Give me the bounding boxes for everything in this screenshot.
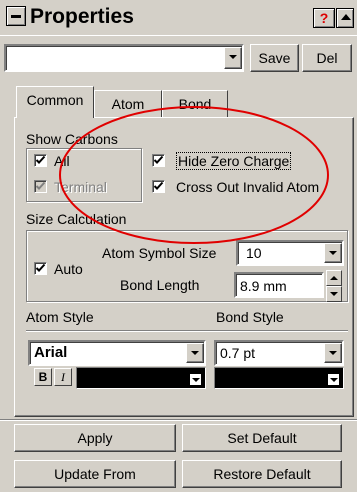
auto-label: Auto	[54, 261, 83, 277]
auto-checkbox[interactable]	[34, 262, 47, 275]
terminal-checkbox	[34, 180, 47, 193]
update-from-button[interactable]: Update From	[14, 460, 176, 488]
atom-symbol-size-label: Atom Symbol Size	[102, 245, 217, 261]
bond-length-field[interactable]: 8.9 mm	[234, 272, 324, 298]
atom-symbol-size-value: 10	[246, 245, 262, 261]
del-button[interactable]: Del	[302, 44, 352, 72]
system-menu-icon[interactable]	[6, 6, 26, 26]
bond-width-dropdown-icon[interactable]	[324, 343, 342, 363]
tab-bond[interactable]: Bond	[162, 90, 228, 118]
title-bar: Properties ?	[0, 0, 357, 36]
apply-button[interactable]: Apply	[14, 424, 176, 452]
set-default-button[interactable]: Set Default	[182, 424, 342, 452]
bond-width-value: 0.7 pt	[220, 345, 256, 361]
show-carbons-heading: Show Carbons	[26, 131, 118, 147]
font-value: Arial	[34, 344, 68, 361]
all-label: All	[54, 153, 70, 169]
size-calculation-heading: Size Calculation	[26, 211, 127, 227]
atom-symbol-size-dropdown-icon[interactable]	[324, 243, 342, 263]
restore-default-button[interactable]: Restore Default	[182, 460, 342, 488]
collapse-arrow-icon[interactable]	[336, 8, 354, 28]
italic-button[interactable]: I	[54, 368, 72, 386]
bond-length-spinner[interactable]	[326, 270, 342, 302]
font-select[interactable]: Arial	[28, 340, 206, 366]
atom-style-heading: Atom Style	[26, 309, 94, 325]
hide-zero-charge-checkbox[interactable]	[152, 154, 165, 167]
bond-style-heading: Bond Style	[216, 309, 284, 325]
bond-color-dropdown-icon[interactable]	[327, 373, 340, 386]
bond-length-value: 8.9 mm	[240, 278, 287, 294]
tab-atom[interactable]: Atom	[94, 90, 162, 118]
help-button[interactable]: ?	[313, 8, 335, 28]
bond-width-select[interactable]: 0.7 pt	[214, 340, 344, 366]
tab-common[interactable]: Common	[16, 86, 94, 118]
style-select[interactable]	[4, 44, 244, 72]
style-dropdown-icon[interactable]	[224, 47, 242, 69]
hide-zero-charge-label: Hide Zero Charge	[176, 152, 292, 170]
actions-divider	[0, 419, 357, 420]
atom-color-picker[interactable]	[76, 367, 206, 389]
all-checkbox[interactable]	[34, 154, 47, 167]
atom-symbol-size-select[interactable]: 10	[236, 240, 344, 266]
bond-length-label: Bond Length	[120, 277, 200, 293]
terminal-label: Terminal	[54, 179, 107, 195]
bond-color-picker[interactable]	[214, 367, 344, 389]
bold-button[interactable]: B	[34, 368, 52, 386]
atom-color-dropdown-icon[interactable]	[189, 373, 202, 386]
style-divider	[26, 330, 348, 331]
font-dropdown-icon[interactable]	[186, 343, 204, 363]
properties-panel: Properties ? Save Del Common Atom Bond S…	[0, 0, 357, 492]
window-title: Properties	[30, 5, 134, 28]
spin-down-icon[interactable]	[326, 286, 342, 302]
spin-up-icon[interactable]	[326, 270, 342, 286]
cross-out-invalid-checkbox[interactable]	[152, 180, 165, 193]
cross-out-invalid-label: Cross Out Invalid Atom	[176, 179, 320, 195]
save-button[interactable]: Save	[250, 44, 299, 72]
